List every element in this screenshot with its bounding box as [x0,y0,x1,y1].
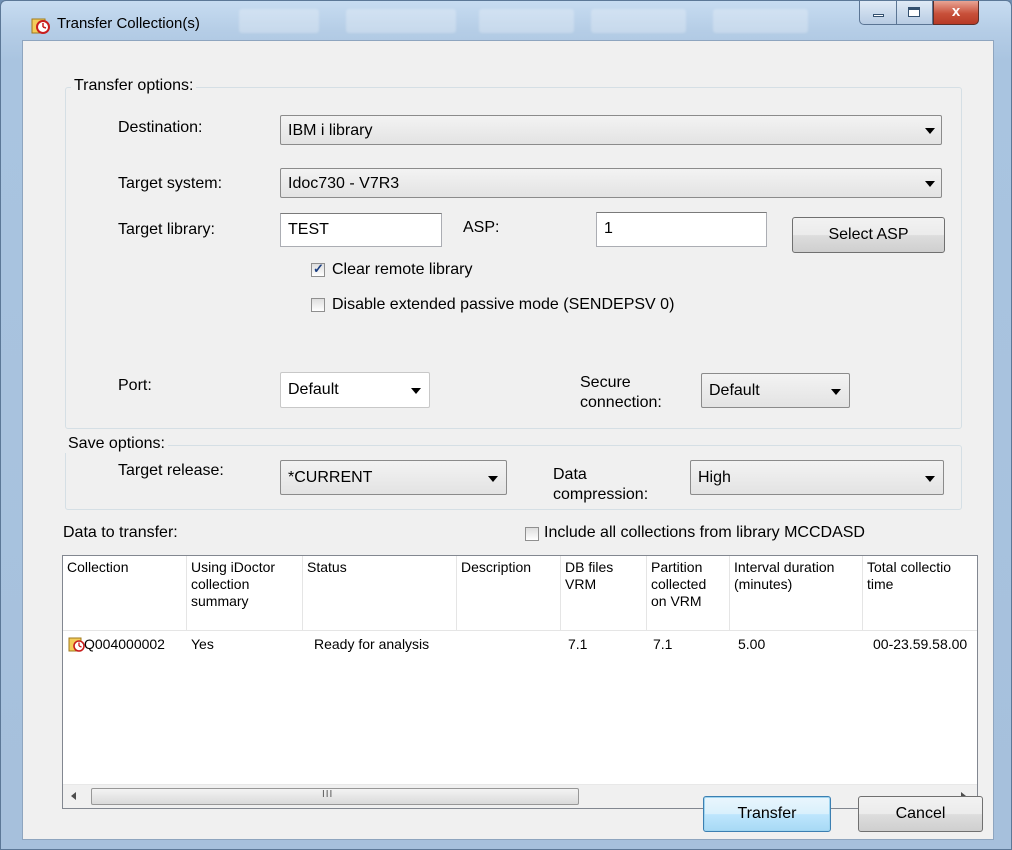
select-asp-label: Select ASP [828,226,909,243]
secure-connection-select[interactable]: Default [701,373,850,408]
taskbar-blur [239,9,319,33]
cell-db-files-vrm: 7.1 [568,636,588,652]
compression-label-line1: Data [553,466,587,483]
chevron-down-icon [925,128,935,134]
chevron-down-icon [925,181,935,187]
checkmark-icon: ✓ [313,261,324,276]
column-header-status[interactable]: Status [303,556,457,631]
clear-remote-label: Clear remote library [332,261,473,278]
asp-input[interactable]: 1 [596,212,767,247]
chevron-down-icon [925,476,935,482]
data-to-transfer-label: Data to transfer: [63,524,178,541]
cell-collection: Q004000002 [84,636,165,652]
compression-value: High [698,469,731,486]
chevron-down-icon [411,388,421,394]
target-release-label: Target release: [118,462,224,479]
target-system-value: Idoc730 - V7R3 [288,175,400,192]
grip-icon: III [322,789,334,800]
horizontal-scrollbar[interactable]: III [63,784,977,808]
clear-remote-checkbox[interactable]: ✓ [311,261,325,277]
compression-select[interactable]: High [690,460,944,495]
cell-status: Ready for analysis [314,636,430,652]
column-header-partition-vrm[interactable]: Partition collected on VRM [647,556,730,631]
collection-icon [31,15,51,35]
destination-value: IBM i library [288,122,373,139]
column-header-using-idoctor[interactable]: Using iDoctor collection summary [187,556,303,631]
minimize-button[interactable] [859,1,897,25]
target-system-label: Target system: [118,175,223,192]
taskbar-blur [713,9,808,33]
column-header-collection[interactable]: Collection [63,556,187,631]
column-header-description[interactable]: Description [457,556,561,631]
include-all-checkbox[interactable] [525,527,539,541]
chevron-down-icon [488,476,498,482]
transfer-button[interactable]: Transfer [703,796,831,832]
compression-label-line2: compression: [553,486,649,503]
column-header-db-files-vrm[interactable]: DB files VRM [561,556,647,631]
disable-passive-checkbox[interactable] [311,298,325,312]
table-row[interactable]: Q004000002 Yes Ready for analysis 7.1 7.… [63,634,977,656]
port-label: Port: [118,377,152,394]
target-library-input[interactable]: TEST [280,213,442,247]
cell-using-idoctor: Yes [191,636,214,652]
secure-connection-value: Default [709,382,760,399]
column-header-interval[interactable]: Interval duration (minutes) [730,556,863,631]
target-system-select[interactable]: Idoc730 - V7R3 [280,168,942,198]
disable-passive-label: Disable extended passive mode (SENDEPSV … [332,296,675,313]
select-asp-button[interactable]: Select ASP [792,217,945,253]
minimize-icon [873,14,884,17]
port-select[interactable]: Default [280,372,430,408]
taskbar-blur [479,9,574,33]
maximize-button[interactable] [897,1,933,25]
secure-label-line1: Secure [580,374,631,391]
cancel-label: Cancel [895,805,946,822]
taskbar-blur [346,9,456,33]
transfer-options-label: Transfer options: [71,77,197,95]
destination-label: Destination: [118,119,203,136]
target-release-select[interactable]: *CURRENT [280,460,507,495]
close-icon: x [951,3,961,20]
save-options-label: Save options: [65,435,168,453]
maximize-icon [908,7,920,17]
taskbar-blur [591,9,686,33]
cell-interval: 5.00 [738,636,766,652]
window-title: Transfer Collection(s) [57,15,200,32]
target-library-value: TEST [288,221,329,238]
secure-label-line2: connection: [580,394,662,411]
collections-table[interactable]: Collection Using iDoctor collection summar… [62,555,978,809]
include-all-label: Include all collections from library MCC… [544,524,865,541]
column-header-total-time[interactable]: Total collectio time [863,556,977,631]
port-value: Default [288,381,339,398]
scrollbar-thumb[interactable]: III [91,788,579,805]
chevron-down-icon [831,389,841,395]
target-library-label: Target library: [118,221,215,238]
destination-select[interactable]: IBM i library [280,115,942,145]
cancel-button[interactable]: Cancel [858,796,983,832]
transfer-label: Transfer [737,805,797,822]
asp-label: ASP: [463,219,500,236]
cell-total-time: 00-23.59.58.00 [873,636,968,652]
scroll-left-icon[interactable] [71,792,76,800]
asp-value: 1 [604,220,613,237]
cell-partition-vrm: 7.1 [653,636,673,652]
target-release-value: *CURRENT [288,469,373,486]
close-button[interactable]: x [933,1,979,25]
